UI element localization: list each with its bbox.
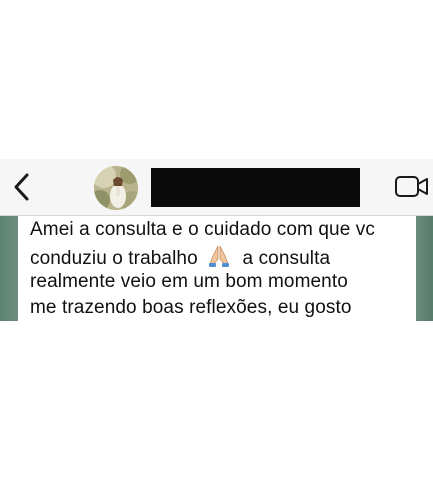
back-button[interactable] (10, 171, 34, 203)
message-line: conduziu o trabalho a consulta (30, 245, 330, 270)
video-call-button[interactable] (394, 174, 430, 200)
message-text: conduziu o trabalho (30, 248, 198, 269)
contact-name[interactable] (151, 168, 360, 207)
avatar[interactable] (94, 166, 138, 210)
message-text: a consulta (242, 248, 331, 269)
chevron-left-icon (14, 173, 29, 201)
chat-header (0, 159, 433, 216)
video-camera-icon (395, 176, 428, 197)
message-bubble[interactable]: Amei a consulta e o cuidado com que vc c… (18, 216, 416, 321)
screenshot-crop: Amei a consulta e o cuidado com que vc c… (0, 159, 433, 321)
message-line: realmente veio em um bom momento (30, 271, 348, 292)
contact-avatar-photo (94, 166, 138, 210)
message-line: Amei a consulta e o cuidado com que vc (30, 219, 375, 240)
folded-hands-emoji-icon (207, 245, 231, 267)
message-line: me trazendo boas reflexões, eu gosto (30, 297, 352, 318)
page: Amei a consulta e o cuidado com que vc c… (0, 0, 433, 480)
chat-wallpaper: Amei a consulta e o cuidado com que vc c… (0, 216, 433, 321)
